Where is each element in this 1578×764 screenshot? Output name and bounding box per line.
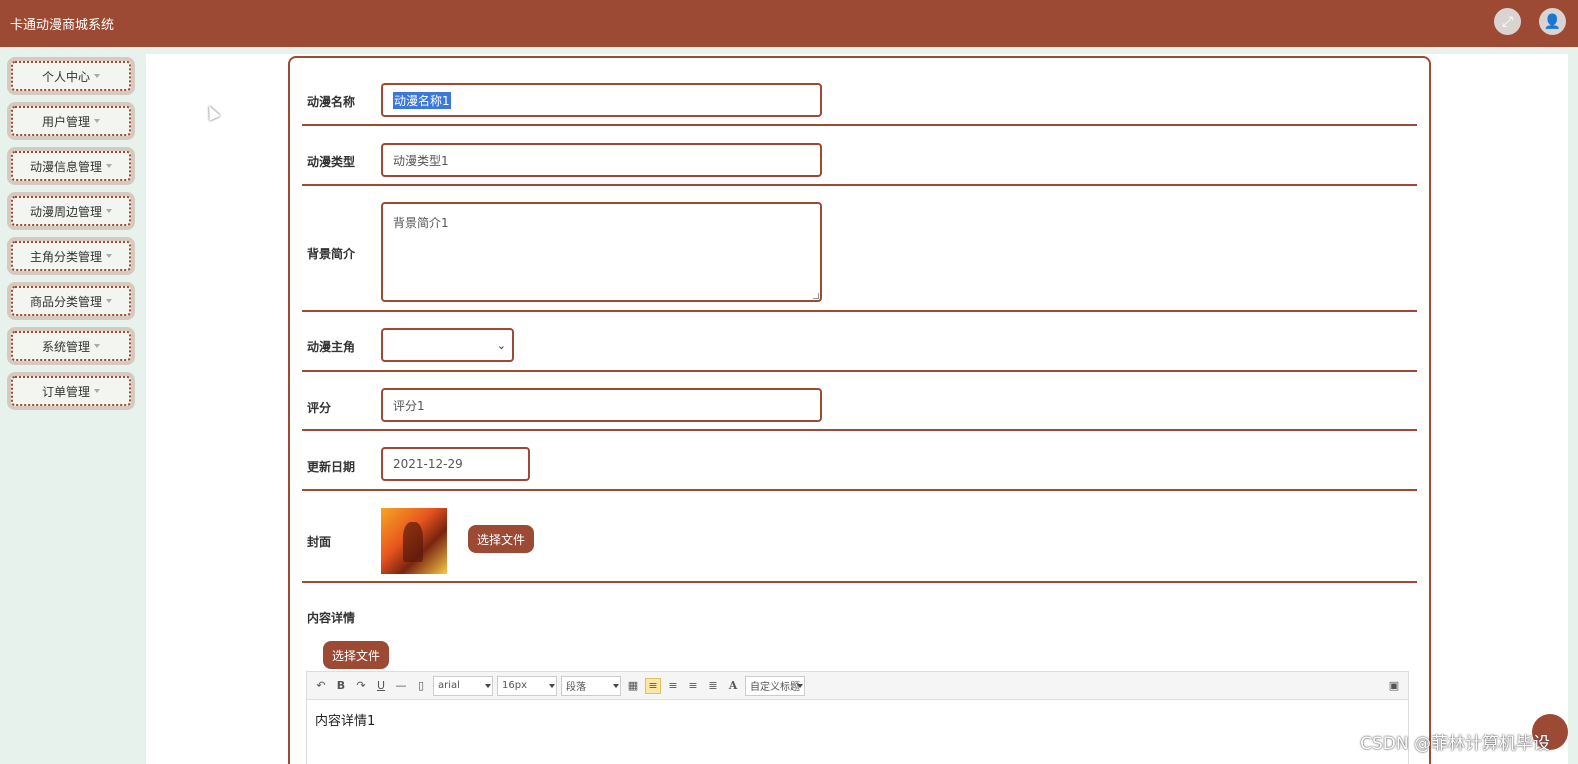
paragraph-value: 段落 [566,682,586,693]
fullscreen-icon[interactable]: ⤢ [1494,8,1521,35]
name-label: 动漫名称 [307,95,356,109]
rating-input[interactable]: 评分1 [381,388,822,422]
custom-title-select[interactable]: 自定义标题 [745,675,805,696]
redo-icon[interactable]: ↷ [353,678,369,694]
caret-down-icon [106,209,112,213]
sidebar-item-label: 商品分类管理 [29,294,102,309]
editor-content[interactable]: 内容详情1 [307,700,1408,739]
undo-icon[interactable]: ↶ [313,678,329,694]
update-date-input[interactable]: 2021-12-29 [381,447,530,481]
dropdown-arrow-icon [613,683,619,688]
type-label: 动漫类型 [307,155,356,169]
intro-textarea[interactable]: 背景简介1 [381,202,822,302]
font-color-icon[interactable]: A [725,678,741,694]
font-size-value: 16px [502,680,527,691]
cover-image [381,508,447,574]
underline-icon[interactable]: U [373,678,389,694]
dropdown-arrow-icon [485,683,491,688]
type-input[interactable]: 动漫类型1 [381,143,822,177]
caret-down-icon [94,119,100,123]
font-family-value: arial [438,680,460,691]
top-bar: 卡通动漫商城系统 ⤢ 👤 [0,0,1578,47]
form-row-intro: 背景简介 背景简介1 [302,186,1417,312]
user-avatar-icon[interactable]: 👤 [1539,8,1566,35]
update-date-label: 更新日期 [307,460,356,474]
sidebar: 个人中心 用户管理 动漫信息管理 动漫周边管理 主角分类管理 商品分类管理 系统… [0,47,146,764]
editor-toolbar: ↶ B ↷ U — ▯ arial 16px 段落 ▦ ≡ ≡ ≡ ≣ A 自定… [307,672,1408,700]
intro-label: 背景简介 [307,247,356,261]
app-title: 卡通动漫商城系统 [10,18,115,33]
paragraph-select[interactable]: 段落 [561,675,621,696]
sidebar-item-personal-center[interactable]: 个人中心 [7,57,135,95]
caret-down-icon [94,74,100,78]
name-input-value: 动漫名称1 [393,91,451,109]
sidebar-item-orders[interactable]: 订单管理 [7,372,135,410]
custom-title-value: 自定义标题 [750,682,800,693]
sidebar-item-label: 动漫信息管理 [29,159,102,174]
font-size-select[interactable]: 16px [497,675,557,696]
align-right-icon[interactable]: ≡ [665,678,681,694]
font-family-select[interactable]: arial [433,675,493,696]
cover-choose-file-button[interactable]: 选择文件 [468,525,534,553]
form-row-protagonist: 动漫主角 ⌄ [302,312,1417,372]
sidebar-item-product-category[interactable]: 商品分类管理 [7,282,135,320]
sidebar-item-anime-merch[interactable]: 动漫周边管理 [7,192,135,230]
caret-down-icon [106,164,112,168]
caret-down-icon [94,344,100,348]
form-row-rating: 评分 评分1 [302,372,1417,431]
chevron-down-icon: ⌄ [496,339,506,352]
sidebar-item-label: 个人中心 [41,69,90,84]
align-left-icon[interactable]: ≡ [645,677,661,694]
resize-grip-icon[interactable] [813,293,819,299]
horizontal-rule-icon[interactable]: — [393,678,409,694]
rating-input-value: 评分1 [393,398,425,413]
dropdown-arrow-icon [797,683,803,688]
sidebar-item-label: 主角分类管理 [29,249,102,264]
csdn-watermark: CSDN @菲林计算机毕设 [1360,734,1550,754]
caret-down-icon [94,389,100,393]
sidebar-item-label: 系统管理 [41,339,90,354]
sidebar-item-users[interactable]: 用户管理 [7,102,135,140]
protagonist-select[interactable]: ⌄ [381,328,514,362]
caret-down-icon [106,254,112,258]
sidebar-item-label: 用户管理 [41,114,90,129]
protagonist-label: 动漫主角 [307,340,356,354]
sidebar-item-anime-info[interactable]: 动漫信息管理 [7,147,135,185]
top-actions: ⤢ 👤 [1494,8,1566,35]
form-row-cover: 封面 选择文件 [302,491,1417,583]
table-icon[interactable]: ▦ [625,678,641,694]
sidebar-item-label: 订单管理 [41,384,90,399]
content-choose-file-button[interactable]: 选择文件 [323,641,389,669]
align-justify-icon[interactable]: ≣ [705,678,721,694]
document-icon[interactable]: ▯ [413,678,429,694]
name-input[interactable]: 动漫名称1 [381,83,822,117]
rich-text-editor: ↶ B ↷ U — ▯ arial 16px 段落 ▦ ≡ ≡ ≡ ≣ A 自定… [306,671,1409,764]
bold-icon[interactable]: B [333,678,349,694]
intro-textarea-value: 背景简介1 [393,216,449,230]
align-center-icon[interactable]: ≡ [685,678,701,694]
sidebar-item-protagonist-category[interactable]: 主角分类管理 [7,237,135,275]
rating-label: 评分 [307,401,332,415]
main-content: 动漫名称 动漫名称1 动漫类型 动漫类型1 背景简介 背景简介1 动漫主角 ⌄ [146,54,1568,764]
update-date-input-value: 2021-12-29 [393,457,463,471]
form-row-update-date: 更新日期 2021-12-29 [302,431,1417,491]
anime-edit-form: 动漫名称 动漫名称1 动漫类型 动漫类型1 背景简介 背景简介1 动漫主角 ⌄ [288,56,1431,764]
content-label: 内容详情 [307,611,356,625]
sidebar-item-label: 动漫周边管理 [29,204,102,219]
source-code-icon[interactable]: ▣ [1386,678,1402,694]
caret-down-icon [106,299,112,303]
cover-label: 封面 [307,535,332,549]
sidebar-item-system[interactable]: 系统管理 [7,327,135,365]
form-row-type: 动漫类型 动漫类型1 [302,126,1417,186]
form-row-name: 动漫名称 动漫名称1 [302,58,1417,126]
dropdown-arrow-icon [549,683,555,688]
type-input-value: 动漫类型1 [393,153,449,168]
